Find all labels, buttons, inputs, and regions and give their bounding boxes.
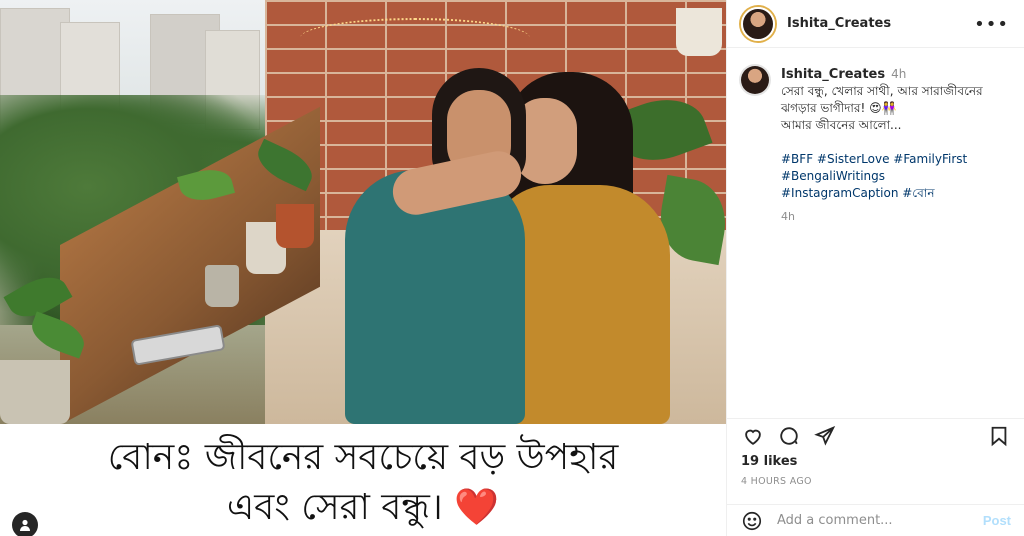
comment-icon[interactable] <box>777 424 801 448</box>
caption-line-1: সেরা বন্ধু, খেলার সাথী, আর সারাজীবনের <box>781 84 983 98</box>
caption-line-3: আমার জীবনের আলো... <box>781 118 902 132</box>
post-media[interactable]: বোনঃ জীবনের সবচেয়ে বড় উপহার এবং সেরা ব… <box>0 0 726 536</box>
author-avatar[interactable] <box>741 6 775 41</box>
hashtag-line-3[interactable]: #InstagramCaption #বোন <box>781 185 983 202</box>
caption-username[interactable]: Ishita_Creates <box>781 67 885 82</box>
comment-bar: Post <box>727 504 1024 536</box>
overlay-text-line2-words: এবং সেরা বন্ধু। <box>226 487 443 528</box>
emoji-icon[interactable] <box>741 510 763 532</box>
post-side-panel: Ishita_Creates ••• Ishita_Creates 4h সেরা… <box>726 0 1024 536</box>
caption-line-2: ঝগড়ার ভাগীদার! 😍👭 <box>781 101 897 115</box>
comment-icon-glyph <box>780 426 798 445</box>
user-tag-glyph <box>20 519 30 531</box>
likes-count[interactable]: 19 likes <box>741 454 797 469</box>
caption-avatar[interactable] <box>741 66 769 94</box>
caption-time: 4h <box>891 67 907 81</box>
heart-icon-glyph <box>745 429 761 445</box>
photo-mug <box>205 265 239 307</box>
post-timestamp: 4 HOURS AGO <box>741 476 812 487</box>
comment-input[interactable] <box>777 513 983 528</box>
caption-body: Ishita_Creates 4h সেরা বন্ধু, খেলার সাথী,… <box>781 66 983 225</box>
post-comment-button[interactable]: Post <box>983 513 1011 528</box>
post-actions-bar <box>727 418 1024 452</box>
instagram-post: বোনঃ জীবনের সবচেয়ে বড় উপহার এবং সেরা ব… <box>0 0 1024 536</box>
caption-block: Ishita_Creates 4h সেরা বন্ধু, খেলার সাথী,… <box>741 66 1016 225</box>
share-icon[interactable] <box>813 424 837 448</box>
overlay-text-line1: বোনঃ জীবনের সবচেয়ে বড় উপহার <box>107 437 619 478</box>
bookmark-icon-glyph <box>991 426 1007 446</box>
hashtag-line-1[interactable]: #BFF #SisterLove #FamilyFirst <box>781 151 983 168</box>
caption-hashtags: #BFF #SisterLove #FamilyFirst #BengaliWr… <box>781 151 983 202</box>
photo-string-lights <box>300 18 530 58</box>
bookmark-icon[interactable] <box>987 424 1011 448</box>
author-username[interactable]: Ishita_Creates <box>787 16 891 31</box>
post-photo <box>0 0 726 424</box>
emoji-icon-glyph <box>742 511 762 530</box>
more-horizontal-icon[interactable]: ••• <box>974 14 1009 35</box>
user-tag-icon[interactable] <box>12 512 38 536</box>
photo-hanging-planter <box>676 8 722 56</box>
hashtag-line-2[interactable]: #BengaliWritings <box>781 168 983 185</box>
caption-age: 4h <box>781 210 795 223</box>
share-icon-glyph <box>814 425 836 446</box>
photo-pot <box>0 360 70 424</box>
post-header: Ishita_Creates ••• <box>727 0 1024 48</box>
overlay-text-line2: এবং সেরা বন্ধু। ❤️ <box>0 490 726 526</box>
heart-icon[interactable] <box>741 424 765 448</box>
photo-pot <box>276 204 314 248</box>
heart-emoji-icon: ❤️ <box>454 487 500 528</box>
